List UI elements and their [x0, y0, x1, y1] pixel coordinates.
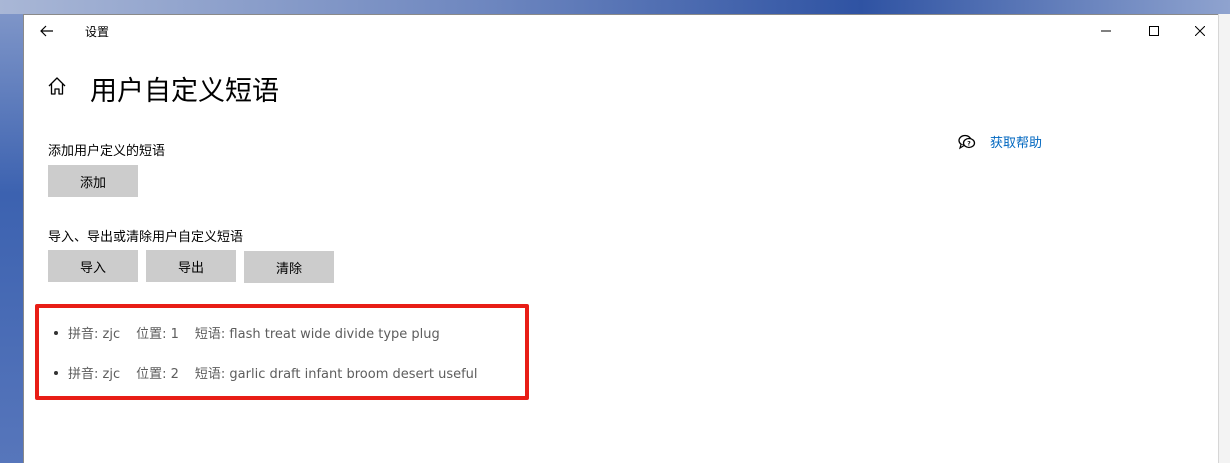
bullet-icon: [54, 370, 58, 375]
highlight-annotation-box: [35, 304, 529, 400]
phrase-position: 位置: 2: [136, 367, 179, 382]
get-help-label: 获取帮助: [990, 136, 1043, 151]
background-window-edge: [1218, 14, 1230, 463]
add-section-label: 添加用户定义的短语: [48, 144, 166, 159]
phrase-text: 短语: flash treat wide divide type plug: [194, 327, 440, 342]
bullet-icon: [54, 330, 58, 335]
maximize-icon: [1149, 26, 1159, 36]
back-button[interactable]: [30, 18, 64, 44]
phrase-list-item[interactable]: 拼音: zjc 位置: 1 短语: flash treat wide divid…: [54, 323, 440, 342]
import-button[interactable]: 导入: [48, 250, 138, 282]
get-help-link[interactable]: ? 获取帮助: [958, 132, 1042, 151]
clear-button[interactable]: 清除: [244, 251, 334, 283]
export-button[interactable]: 导出: [146, 250, 236, 282]
phrase-list-item[interactable]: 拼音: zjc 位置: 2 短语: garlic draft infant br…: [54, 363, 478, 382]
chat-help-icon: ?: [958, 134, 976, 149]
phrase-position: 位置: 1: [136, 327, 179, 342]
svg-text:?: ?: [967, 140, 971, 147]
phrase-pinyin: 拼音: zjc: [68, 367, 121, 382]
back-arrow-icon: [40, 25, 53, 37]
home-icon[interactable]: [46, 75, 68, 97]
window-title: 设置: [85, 25, 110, 39]
minimize-button[interactable]: [1083, 15, 1129, 47]
phrase-text: 短语: garlic draft infant broom desert use…: [194, 367, 478, 382]
minimize-icon: [1101, 30, 1111, 32]
title-bar: 设置: [24, 15, 1218, 47]
desktop-background-left: [0, 14, 23, 463]
manage-section-label: 导入、导出或清除用户自定义短语: [48, 230, 244, 245]
maximize-button[interactable]: [1131, 15, 1177, 47]
settings-window: 设置 用户自定义短语 添加用户定义的短语 添加 导入、导出或清除用户自定义短语 …: [23, 14, 1218, 463]
close-icon: [1195, 26, 1205, 36]
page-title: 用户自定义短语: [90, 76, 279, 107]
phrase-pinyin: 拼音: zjc: [68, 327, 121, 342]
add-button[interactable]: 添加: [48, 165, 138, 197]
close-button[interactable]: [1177, 15, 1223, 47]
desktop-background-top: [0, 0, 1230, 14]
